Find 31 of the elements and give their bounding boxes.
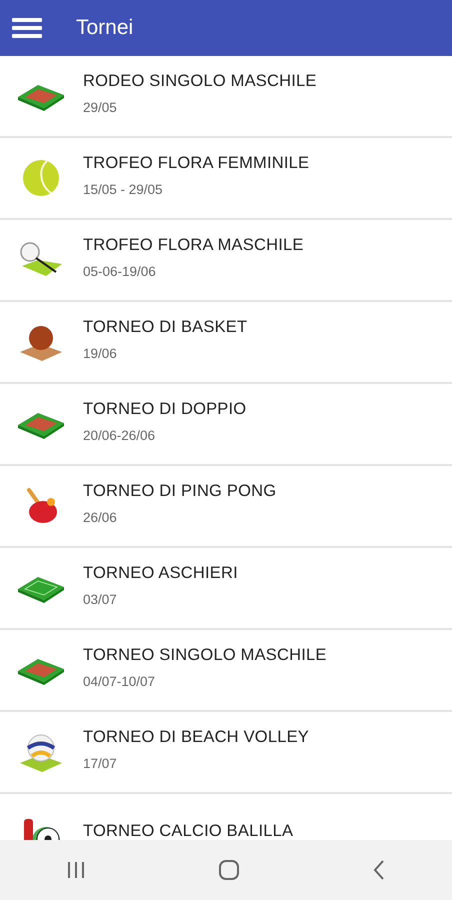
screen-title: Tornei [76,16,134,40]
tournament-item[interactable]: TORNEO DI BEACH VOLLEY 17/07 [0,712,452,794]
menu-icon[interactable] [12,17,42,39]
tournament-item[interactable]: TROFEO FLORA MASCHILE 05-06-19/06 [0,220,452,302]
tournament-name: TORNEO DI BASKET [83,318,248,336]
tournament-item[interactable]: TORNEO ASCHIERI 03/07 [0,548,452,630]
tournament-item[interactable]: TORNEO DI PING PONG 26/06 [0,466,452,548]
tournament-dates: 04/07-10/07 [83,674,156,688]
tournament-dates: 19/06 [83,346,118,360]
tennis-ball-icon [20,158,60,198]
tournament-name: TORNEO SINGOLO MASCHILE [83,646,327,664]
tournament-name: TROFEO FLORA FEMMINILE [83,154,310,172]
tournament-name: TORNEO CALCIO BALILLA [83,822,294,840]
tournament-name: TORNEO ASCHIERI [83,564,238,582]
tournament-dates: 20/06-26/06 [83,428,156,442]
tournament-item[interactable]: TORNEO SINGOLO MASCHILE 04/07-10/07 [0,630,452,712]
tournament-name: TORNEO DI BEACH VOLLEY [83,728,309,746]
tournament-dates: 05-06-19/06 [83,264,157,278]
tournament-dates: 17/07 [83,756,118,770]
tournament-dates: 03/07 [83,592,118,606]
tournament-name: RODEO SINGOLO MASCHILE [83,72,317,90]
tournament-dates: 15/05 - 29/05 [83,182,164,196]
tournament-name: TORNEO DI PING PONG [83,482,276,500]
tournament-dates: 26/06 [83,510,118,524]
tournament-item[interactable]: TORNEO DI BASKET 19/06 [0,302,452,384]
tournament-name: TORNEO DI DOPPIO [83,400,246,418]
tournament-name: TROFEO FLORA MASCHILE [83,236,304,254]
tournament-dates: 29/05 [83,100,118,114]
tournament-item[interactable]: TROFEO FLORA FEMMINILE 15/05 - 29/05 [0,138,452,220]
tournament-item[interactable]: TORNEO DI DOPPIO 20/06-26/06 [0,384,452,466]
tournament-item[interactable]: RODEO SINGOLO MASCHILE 29/05 [0,56,452,138]
